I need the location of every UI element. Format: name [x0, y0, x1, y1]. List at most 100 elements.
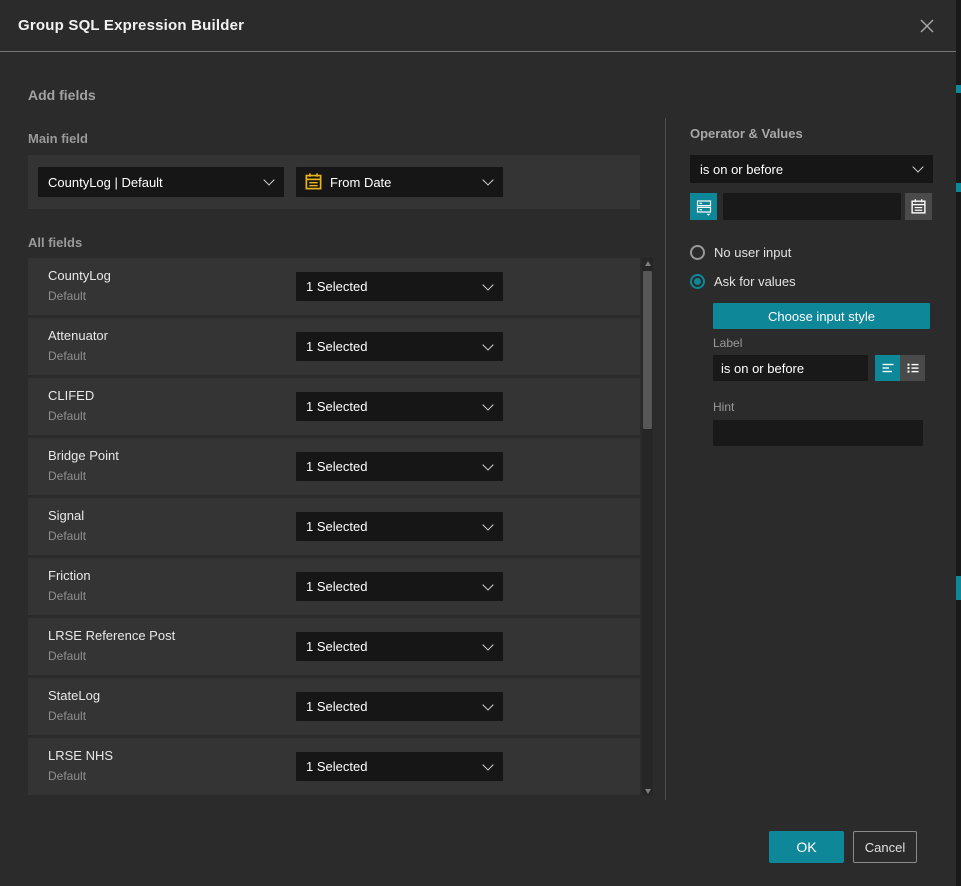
dialog-title: Group SQL Expression Builder: [18, 17, 244, 34]
field-selection-select[interactable]: 1 Selected: [296, 332, 503, 361]
field-name: StateLog: [48, 688, 100, 703]
value-input[interactable]: [723, 193, 901, 220]
value-input-row: [690, 193, 933, 220]
main-layer-select[interactable]: CountyLog | Default: [38, 167, 284, 197]
field-name: LRSE NHS: [48, 748, 113, 763]
field-selection-select[interactable]: 1 Selected: [296, 392, 503, 421]
main-field-bar: CountyLog | Default From Date: [28, 155, 640, 209]
radio-selected-icon: [690, 274, 705, 289]
field-sublabel: Default: [48, 349, 86, 363]
field-selection-select[interactable]: 1 Selected: [296, 632, 503, 661]
field-selection-select[interactable]: 1 Selected: [296, 752, 503, 781]
chevron-down-icon: [482, 339, 493, 350]
background-app-edge: [956, 0, 961, 886]
field-selection-value: 1 Selected: [306, 339, 367, 354]
scroll-up-arrow[interactable]: [642, 258, 653, 268]
background-app-fragment: [956, 576, 961, 600]
input-type-icon: [695, 198, 713, 216]
scrollbar-thumb[interactable]: [643, 271, 652, 429]
dialog-titlebar: Group SQL Expression Builder: [0, 0, 956, 52]
field-row: Attenuator Default 1 Selected: [28, 318, 640, 375]
calendar-icon: [910, 198, 927, 215]
add-fields-heading: Add fields: [28, 87, 96, 103]
field-name: Friction: [48, 568, 91, 583]
chevron-down-icon: [263, 174, 274, 185]
field-selection-value: 1 Selected: [306, 639, 367, 654]
field-selection-value: 1 Selected: [306, 519, 367, 534]
field-selection-select[interactable]: 1 Selected: [296, 272, 503, 301]
operator-select-value: is on or before: [700, 162, 783, 177]
field-name: CountyLog: [48, 268, 111, 283]
operator-select[interactable]: is on or before: [690, 155, 933, 183]
close-icon: [918, 17, 936, 35]
main-field-heading: Main field: [28, 131, 88, 146]
main-date-field-value: From Date: [330, 175, 391, 190]
panel-divider: [665, 118, 666, 800]
label-style-toggle: [875, 355, 925, 381]
radio-ask-for-values[interactable]: Ask for values: [690, 274, 796, 289]
chevron-down-icon: [482, 579, 493, 590]
background-app-fragment: [956, 85, 961, 93]
field-name: Bridge Point: [48, 448, 119, 463]
field-name: LRSE Reference Post: [48, 628, 175, 643]
align-left-icon: [880, 360, 896, 376]
label-input[interactable]: [713, 355, 868, 381]
field-row: Friction Default 1 Selected: [28, 558, 640, 615]
fields-scrollbar[interactable]: [642, 258, 653, 796]
field-selection-value: 1 Selected: [306, 759, 367, 774]
bulleted-list-icon: [905, 360, 921, 376]
chevron-down-icon: [482, 279, 493, 290]
field-row: LRSE Reference Post Default 1 Selected: [28, 618, 640, 675]
operator-values-heading: Operator & Values: [690, 126, 803, 141]
field-row: Bridge Point Default 1 Selected: [28, 438, 640, 495]
field-selection-value: 1 Selected: [306, 399, 367, 414]
main-layer-select-value: CountyLog | Default: [48, 175, 163, 190]
plain-text-style-button[interactable]: [875, 355, 900, 381]
calendar-icon: [304, 172, 323, 191]
label-field-label: Label: [713, 336, 742, 350]
field-selection-value: 1 Selected: [306, 579, 367, 594]
group-sql-expression-builder-dialog: Group SQL Expression Builder Add fields …: [0, 0, 961, 886]
field-row: StateLog Default 1 Selected: [28, 678, 640, 735]
background-app-fragment: [956, 183, 961, 192]
radio-ask-for-values-label: Ask for values: [714, 274, 796, 289]
field-row: LRSE NHS Default 1 Selected: [28, 738, 640, 795]
field-selection-select[interactable]: 1 Selected: [296, 512, 503, 541]
ok-button[interactable]: OK: [769, 831, 844, 863]
all-fields-list: CountyLog Default 1 Selected Attenuator …: [28, 258, 640, 798]
field-selection-select[interactable]: 1 Selected: [296, 692, 503, 721]
field-row: CLIFED Default 1 Selected: [28, 378, 640, 435]
hint-input[interactable]: [713, 420, 923, 446]
main-date-field-select[interactable]: From Date: [296, 167, 503, 197]
field-sublabel: Default: [48, 469, 86, 483]
all-fields-heading: All fields: [28, 235, 82, 250]
chevron-down-icon: [482, 459, 493, 470]
field-name: Attenuator: [48, 328, 108, 343]
input-type-button[interactable]: [690, 193, 717, 220]
choose-input-style-button[interactable]: Choose input style: [713, 303, 930, 329]
cancel-button[interactable]: Cancel: [853, 831, 917, 863]
field-selection-value: 1 Selected: [306, 279, 367, 294]
field-sublabel: Default: [48, 709, 86, 723]
radio-no-user-input-label: No user input: [714, 245, 791, 260]
field-selection-select[interactable]: 1 Selected: [296, 572, 503, 601]
hint-field-label: Hint: [713, 400, 734, 414]
scroll-down-arrow[interactable]: [642, 786, 653, 796]
field-selection-value: 1 Selected: [306, 699, 367, 714]
chevron-down-icon: [482, 699, 493, 710]
chevron-down-icon: [482, 759, 493, 770]
chevron-down-icon: [482, 639, 493, 650]
close-button[interactable]: [916, 15, 938, 37]
field-selection-select[interactable]: 1 Selected: [296, 452, 503, 481]
field-sublabel: Default: [48, 769, 86, 783]
chevron-down-icon: [482, 519, 493, 530]
list-style-button[interactable]: [900, 355, 925, 381]
field-sublabel: Default: [48, 409, 86, 423]
chevron-down-icon: [482, 174, 493, 185]
date-picker-button[interactable]: [905, 193, 932, 220]
field-sublabel: Default: [48, 589, 86, 603]
radio-no-user-input[interactable]: No user input: [690, 245, 791, 260]
field-row: CountyLog Default 1 Selected: [28, 258, 640, 315]
chevron-down-icon: [912, 161, 923, 172]
radio-circle-icon: [690, 245, 705, 260]
